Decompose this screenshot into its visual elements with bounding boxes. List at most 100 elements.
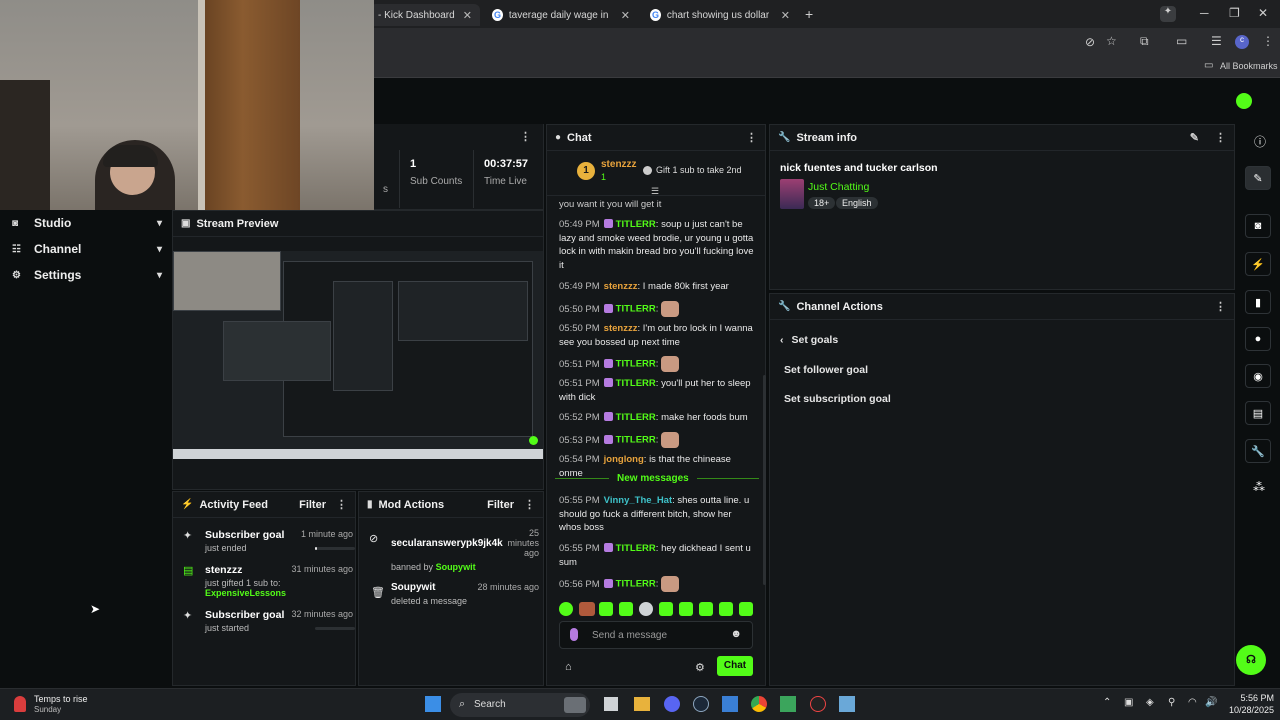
mod-target-user[interactable]: Soupywit [391, 582, 435, 593]
task-view-icon[interactable] [604, 697, 618, 711]
rail-tools-button[interactable]: 🔧 [1245, 439, 1271, 463]
extensions-icon[interactable]: ⧉ [1140, 34, 1149, 49]
stream-preview-video[interactable] [173, 251, 543, 459]
profile-avatar[interactable]: c [1235, 35, 1249, 49]
tray-icon[interactable]: ▣ [1124, 697, 1133, 708]
apps-icon[interactable]: ⁂ [1253, 480, 1265, 494]
tray-icon[interactable]: ◈ [1146, 697, 1154, 708]
sidebar-item-studio[interactable]: ◙ Studio ▾ [12, 216, 162, 230]
tab-search-icon[interactable]: ☰ [1211, 34, 1222, 48]
emote-icon[interactable] [579, 602, 595, 616]
kick-logo-icon[interactable] [1236, 93, 1252, 109]
eye-off-icon[interactable]: ⊘ [1085, 35, 1095, 49]
kebab-menu-icon[interactable]: ⋮ [524, 498, 535, 511]
gift-sub-text[interactable]: Gift 1 sub to take 2nd [656, 165, 742, 175]
rail-activity-button[interactable]: ⚡ [1245, 252, 1271, 276]
sidebar-item-channel[interactable]: ☷ Channel ▾ [12, 242, 162, 256]
clock-time[interactable]: 5:56 PM [1230, 693, 1274, 703]
chat-username[interactable]: TITLERR [616, 543, 656, 554]
microphone-tray-icon[interactable]: ⚲ [1168, 697, 1175, 708]
chat-username[interactable]: TITLERR [616, 435, 656, 446]
collapse-icon[interactable]: ☰ [651, 186, 659, 197]
tab-kick-dashboard[interactable]: - Kick Dashboard ✕ [370, 4, 480, 26]
chat-username[interactable]: Vinny_The_Hat [604, 495, 672, 506]
rail-broadcast-button[interactable]: ◉ [1245, 364, 1271, 388]
kebab-menu-icon[interactable]: ⋮ [1215, 131, 1226, 144]
microphone-icon[interactable] [570, 628, 578, 641]
weather-title[interactable]: Temps to rise [34, 694, 88, 704]
chat-username[interactable]: TITLERR [616, 304, 656, 315]
set-follower-goal-button[interactable]: Set follower goal [784, 364, 868, 376]
minimize-icon[interactable]: ─ [1200, 6, 1209, 20]
info-icon[interactable]: ⓘ [1254, 133, 1266, 150]
chat-input[interactable]: Send a message ☻ [559, 621, 753, 649]
close-tab-icon[interactable]: ✕ [781, 9, 790, 22]
mod-actor[interactable]: Soupywit [436, 562, 476, 572]
back-to-set-goals[interactable]: ‹ Set goals [780, 334, 838, 346]
kebab-menu-icon[interactable]: ⋮ [336, 498, 347, 511]
discord-icon[interactable] [664, 696, 680, 712]
rail-chat-button[interactable]: ● [1245, 327, 1271, 351]
chat-username[interactable]: TITLERR [616, 378, 656, 389]
chevron-up-icon[interactable]: ⌃ [1103, 697, 1111, 708]
xbox-icon[interactable] [780, 696, 796, 712]
taskbar-search[interactable]: ⌕ Search [450, 693, 590, 717]
cast-icon[interactable]: ▭ [1176, 34, 1187, 48]
kebab-menu-icon[interactable]: ⋮ [1215, 300, 1226, 313]
mod-target-user[interactable]: secularanswerypk9jk4k [391, 538, 503, 549]
kebab-menu-icon[interactable]: ⋮ [520, 130, 531, 143]
store-icon[interactable]: ⌂ [565, 661, 572, 673]
windows-start-icon[interactable] [425, 696, 441, 712]
chat-username[interactable]: TITLERR [616, 412, 656, 423]
activity-recipient[interactable]: ExpensiveLessons [205, 588, 286, 598]
leaderboard-user[interactable]: stenzzz [601, 159, 637, 170]
tab-google-search-1[interactable]: G taverage daily wage in africa - G ✕ [484, 4, 638, 26]
set-subscription-goal-button[interactable]: Set subscription goal [784, 393, 891, 405]
emote-icon[interactable] [719, 602, 733, 616]
emote-icon[interactable] [739, 602, 753, 616]
volume-icon[interactable]: 🔊 [1205, 697, 1217, 708]
support-headset-icon[interactable]: ☊ [1236, 645, 1266, 675]
star-icon[interactable]: ☆ [1106, 34, 1117, 48]
chrome-icon[interactable] [751, 696, 767, 712]
rail-video-button[interactable]: ▤ [1245, 401, 1271, 425]
emote-icon[interactable] [599, 602, 613, 616]
edit-pencil-icon[interactable]: ✎ [1190, 131, 1199, 144]
menu-dots-icon[interactable]: ⋮ [1262, 34, 1274, 48]
obs-icon[interactable] [810, 696, 826, 712]
all-bookmarks-link[interactable]: All Bookmarks [1220, 61, 1278, 71]
gemini-icon[interactable]: ✦ [1160, 6, 1176, 22]
emoji-icon[interactable]: ☻ [730, 628, 742, 640]
category-link[interactable]: Just Chatting [808, 181, 869, 193]
rail-edit-button[interactable]: ✎ [1245, 166, 1271, 190]
chat-username[interactable]: stenzzz [604, 281, 638, 292]
steam-icon[interactable] [693, 696, 709, 712]
sidebar-item-settings[interactable]: ⚙ Settings ▾ [12, 268, 162, 282]
maximize-icon[interactable]: ❐ [1229, 6, 1240, 20]
chat-scrollbar[interactable] [763, 375, 766, 585]
rail-preview-button[interactable]: ◙ [1245, 214, 1271, 238]
emote-icon[interactable] [559, 602, 573, 616]
filter-button[interactable]: Filter [487, 499, 514, 511]
wifi-icon[interactable]: ◠ [1188, 697, 1197, 708]
emote-icon[interactable] [679, 602, 693, 616]
close-tab-icon[interactable]: ✕ [463, 9, 472, 22]
send-chat-button[interactable]: Chat [717, 656, 753, 676]
chat-settings-gear-icon[interactable]: ⚙ [695, 661, 705, 674]
close-tab-icon[interactable]: ✕ [621, 9, 630, 22]
emote-icon[interactable] [639, 602, 653, 616]
file-explorer-icon[interactable] [634, 697, 650, 711]
chat-username[interactable]: TITLERR [616, 219, 656, 230]
chat-username[interactable]: TITLERR [616, 579, 656, 590]
chat-username[interactable]: TITLERR [616, 359, 656, 370]
clock-date[interactable]: 10/28/2025 [1222, 705, 1274, 715]
emote-icon[interactable] [699, 602, 713, 616]
outlook-icon[interactable] [722, 696, 738, 712]
tab-google-search-2[interactable]: G chart showing us dollar power ✕ [642, 4, 798, 26]
emote-icon[interactable] [659, 602, 673, 616]
rail-mod-button[interactable]: ▮ [1245, 290, 1271, 314]
kebab-menu-icon[interactable]: ⋮ [746, 131, 757, 144]
app-icon[interactable] [839, 696, 855, 712]
filter-button[interactable]: Filter [299, 499, 326, 511]
emote-icon[interactable] [619, 602, 633, 616]
